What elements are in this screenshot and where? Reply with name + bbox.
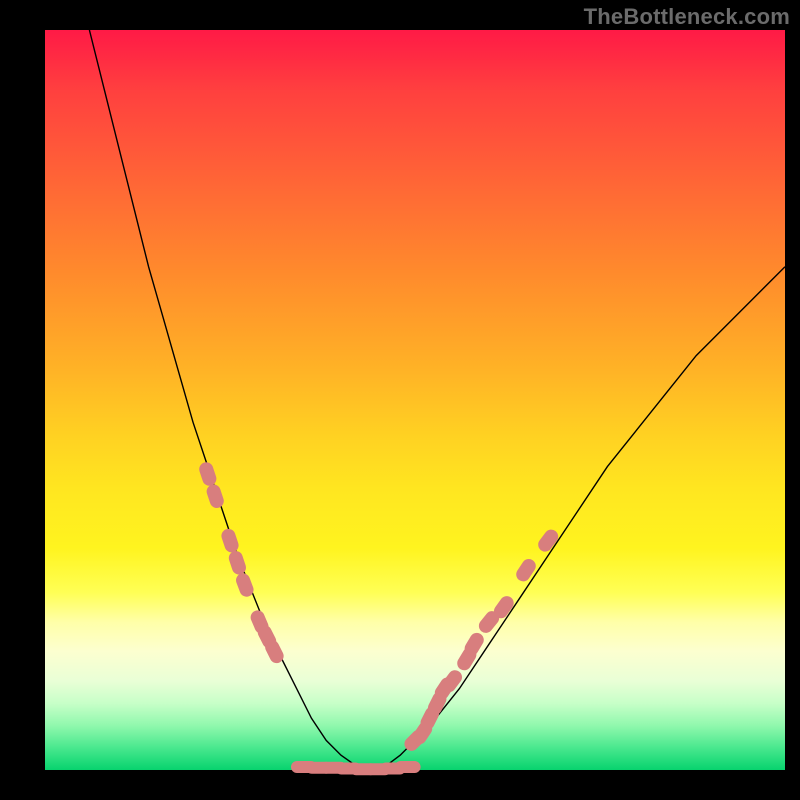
data-marker [197,460,218,487]
chart-frame: TheBottleneck.com [0,0,800,800]
marker-group-left [197,460,286,665]
marker-group-right [402,527,561,754]
data-marker [220,527,241,554]
chart-svg [45,30,785,770]
bottleneck-curve [89,30,785,770]
data-marker [205,483,226,510]
watermark-text: TheBottleneck.com [584,4,790,30]
curve-path-group [89,30,785,770]
data-marker [535,527,561,555]
plot-area [45,30,785,770]
data-marker [395,761,421,773]
marker-group-bottom [291,761,421,775]
data-marker [514,556,539,584]
